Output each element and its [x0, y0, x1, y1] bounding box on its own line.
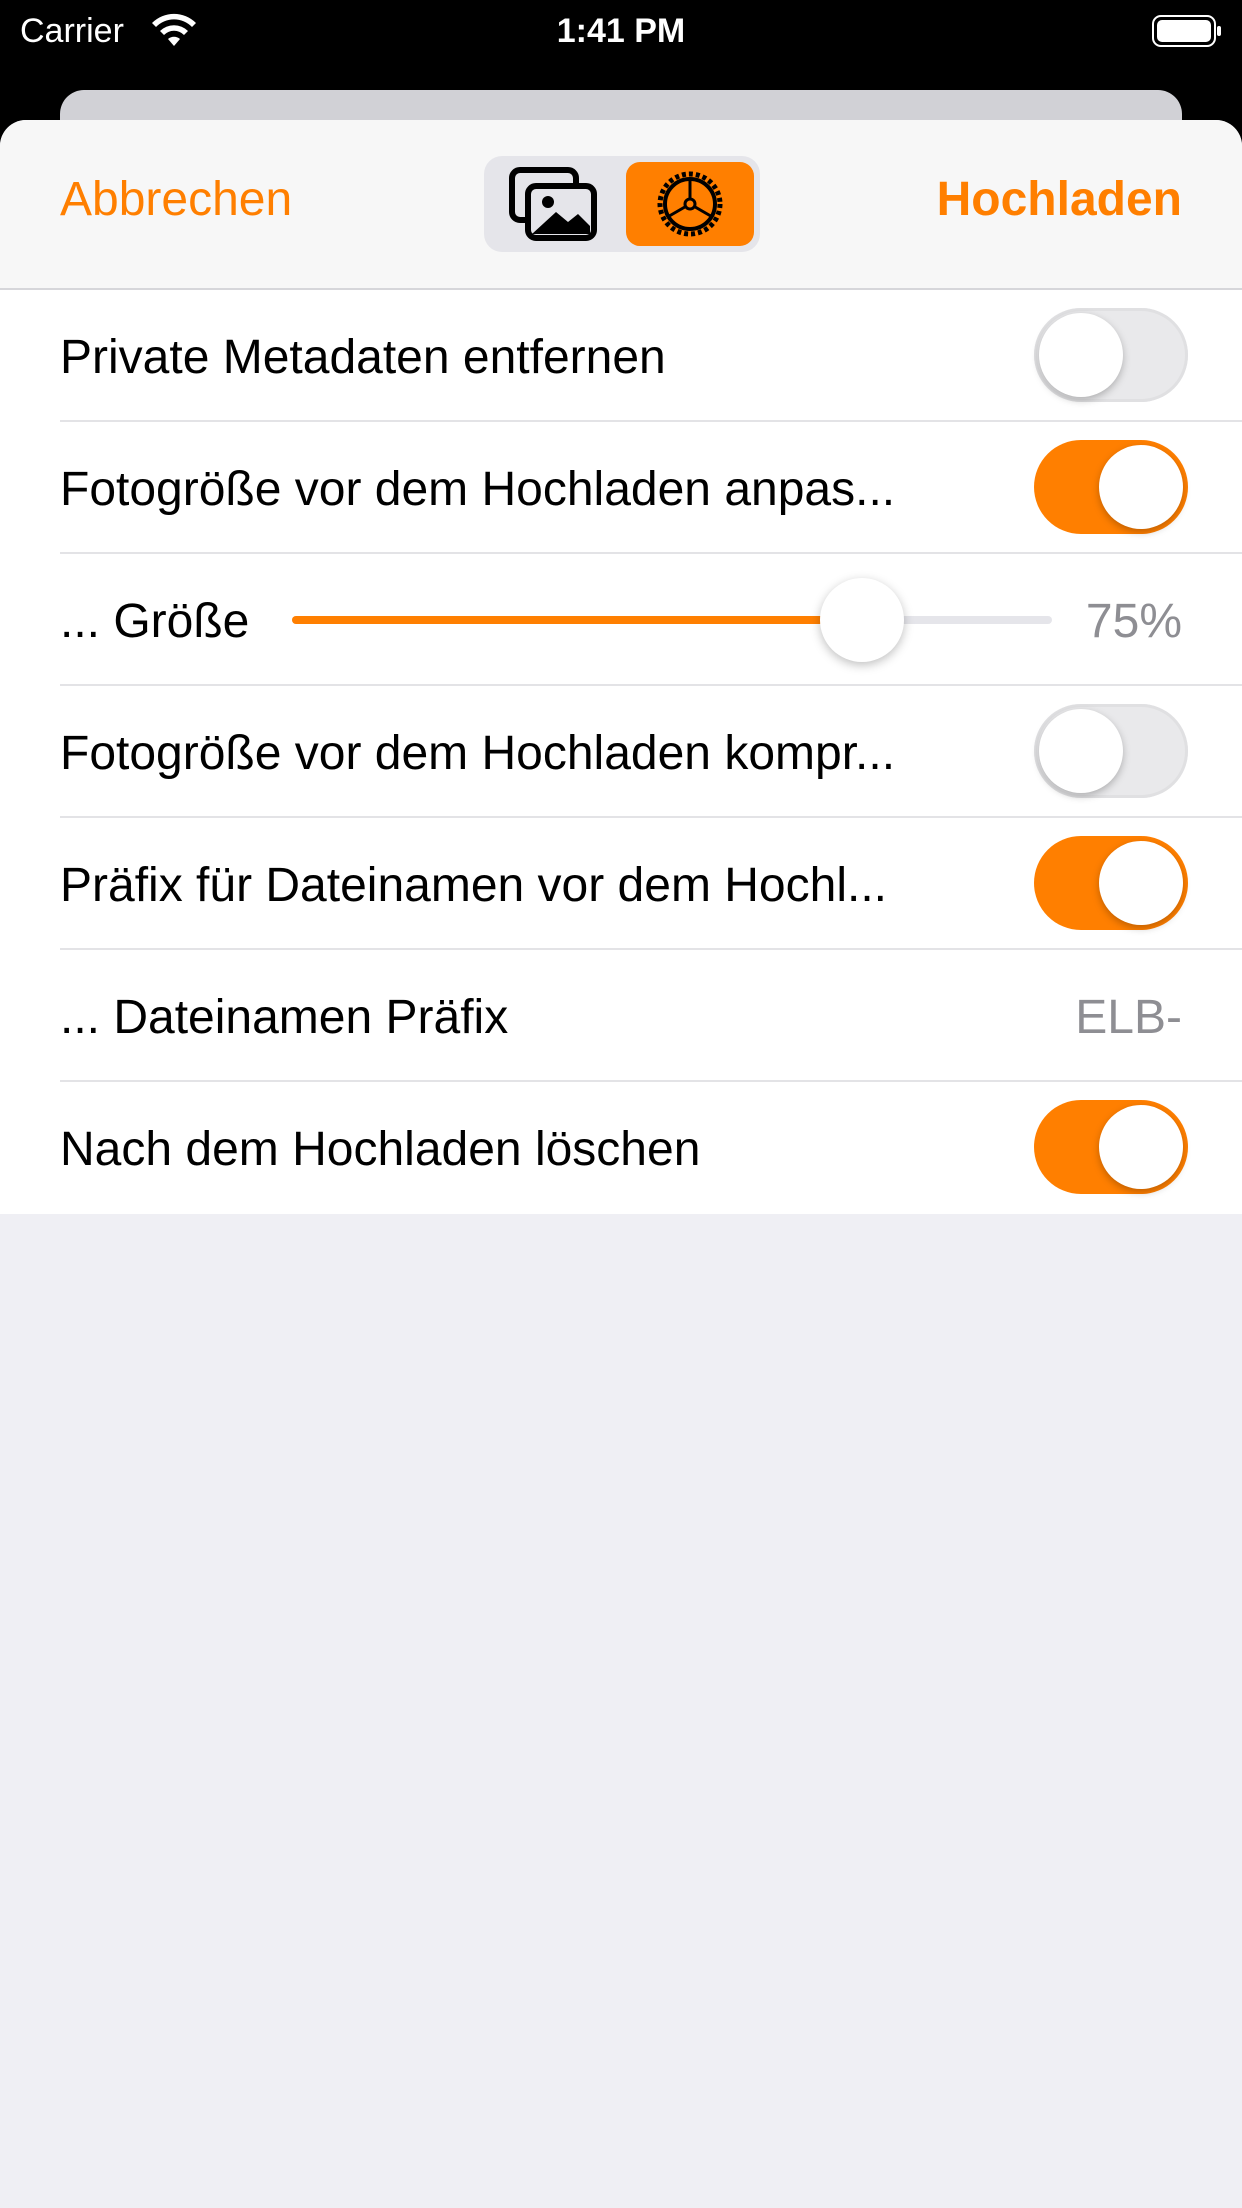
- toggle-knob: [1099, 445, 1183, 529]
- row-compress-before-upload: Fotogröße vor dem Hochladen kompr...: [0, 686, 1242, 818]
- clock: 1:41 PM: [556, 12, 686, 50]
- prefix-filenames-toggle[interactable]: [1034, 836, 1188, 930]
- size-slider-fill: [292, 616, 862, 624]
- compress-before-upload-toggle[interactable]: [1034, 704, 1188, 798]
- toggle-knob: [1099, 1105, 1183, 1189]
- size-slider-thumb[interactable]: [820, 578, 904, 662]
- size-slider[interactable]: [292, 578, 1052, 662]
- row-resize-before-upload: Fotogröße vor dem Hochladen anpas...: [0, 422, 1242, 554]
- size-label: ... Größe: [60, 595, 250, 648]
- gear-icon: [657, 171, 723, 237]
- toggle-knob: [1099, 841, 1183, 925]
- filename-prefix-label: ... Dateinamen Präfix: [60, 991, 509, 1044]
- prefix-filenames-label: Präfix für Dateinamen vor dem Hochl...: [60, 859, 887, 912]
- delete-after-upload-label: Nach dem Hochladen löschen: [60, 1123, 701, 1176]
- navigation-bar: Abbrechen Hochladen: [0, 120, 1242, 290]
- row-strip-metadata: Private Metadaten entfernen: [0, 290, 1242, 422]
- filename-prefix-value[interactable]: ELB-: [1075, 990, 1182, 1045]
- toggle-knob: [1039, 313, 1123, 397]
- upload-button[interactable]: Hochladen: [937, 172, 1182, 227]
- row-delete-after-upload: Nach dem Hochladen löschen: [0, 1082, 1242, 1214]
- cancel-button[interactable]: Abbrechen: [60, 172, 292, 227]
- status-bar: Carrier 1:41 PM: [0, 0, 1242, 62]
- size-value: 75%: [1085, 595, 1182, 648]
- settings-list: Private Metadaten entfernen Fotogröße vo…: [0, 290, 1242, 1214]
- toggle-knob: [1039, 709, 1123, 793]
- segment-photos[interactable]: [490, 162, 618, 246]
- strip-metadata-label: Private Metadaten entfernen: [60, 331, 666, 384]
- row-prefix-filenames: Präfix für Dateinamen vor dem Hochl...: [0, 818, 1242, 950]
- delete-after-upload-toggle[interactable]: [1034, 1100, 1188, 1194]
- strip-metadata-toggle[interactable]: [1034, 308, 1188, 402]
- resize-before-upload-label: Fotogröße vor dem Hochladen anpas...: [60, 463, 896, 516]
- resize-before-upload-toggle[interactable]: [1034, 440, 1188, 534]
- compress-before-upload-label: Fotogröße vor dem Hochladen kompr...: [60, 727, 896, 780]
- view-segmented-control: [484, 156, 760, 252]
- segment-settings[interactable]: [626, 162, 754, 246]
- battery-icon: [1152, 15, 1221, 47]
- upload-settings-sheet: Abbrechen Hochladen Private Metadaten en…: [0, 120, 1242, 2208]
- photos-icon: [509, 167, 597, 241]
- row-size: ... Größe 75%: [0, 554, 1242, 686]
- row-filename-prefix[interactable]: ... Dateinamen Präfix ELB-: [0, 950, 1242, 1082]
